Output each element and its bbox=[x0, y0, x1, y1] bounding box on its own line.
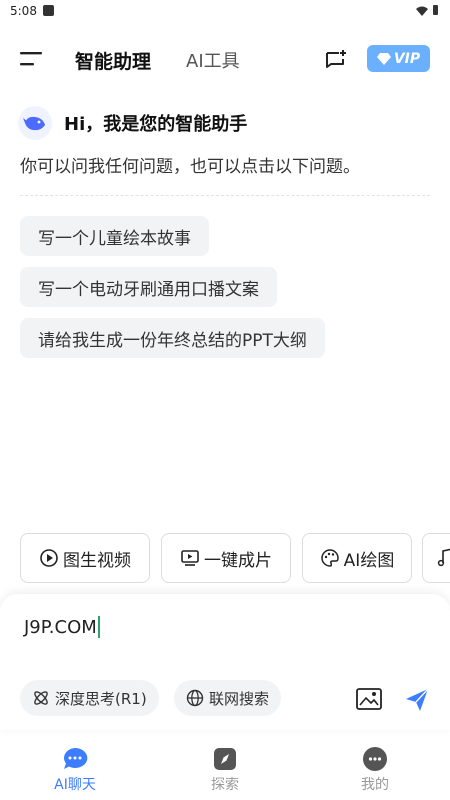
greeting-title: Hi，我是您的智能助手 bbox=[64, 114, 248, 135]
vip-label: VIP bbox=[393, 50, 421, 67]
notification-icon bbox=[43, 5, 54, 16]
web-search-toggle[interactable]: 联网搜索 bbox=[174, 680, 282, 716]
nav-explore[interactable]: 探索 bbox=[180, 746, 270, 794]
bottom-nav: AI聊天 探索 我的 bbox=[0, 738, 450, 800]
message-input[interactable]: J9P.COM bbox=[24, 616, 100, 638]
screen-play-icon bbox=[181, 550, 199, 566]
status-time: 5:08 bbox=[10, 4, 37, 18]
play-circle-icon bbox=[40, 549, 58, 567]
diamond-icon bbox=[376, 52, 391, 65]
tool-image-to-video[interactable]: 图生视频 bbox=[20, 533, 150, 583]
tool-ai-drawing[interactable]: AI绘图 bbox=[302, 533, 412, 583]
battery-icon bbox=[433, 5, 438, 15]
web-search-label: 联网搜索 bbox=[209, 689, 270, 708]
compass-icon bbox=[212, 746, 238, 772]
tool-label: AI绘图 bbox=[343, 550, 395, 571]
palette-icon bbox=[321, 549, 339, 567]
nav-ai-chat[interactable]: AI聊天 bbox=[30, 746, 120, 794]
suggestion-item[interactable]: 写一个电动牙刷通用口播文案 bbox=[20, 267, 277, 307]
top-header: 智能助理 AI工具 VIP bbox=[0, 40, 450, 80]
profile-icon bbox=[362, 746, 388, 772]
deep-think-toggle[interactable]: 深度思考(R1) bbox=[20, 680, 159, 716]
chat-bubble-icon bbox=[62, 746, 88, 772]
suggestion-item[interactable]: 请给我生成一份年终总结的PPT大纲 bbox=[20, 318, 325, 358]
nav-label: AI聊天 bbox=[54, 777, 96, 793]
greeting-subtitle: 你可以问我任何问题，也可以点击以下问题。 bbox=[20, 157, 360, 177]
text-caret bbox=[97, 616, 100, 638]
wifi-icon bbox=[416, 5, 428, 19]
tool-label: 一键成片 bbox=[204, 550, 272, 571]
suggestion-item[interactable]: 写一个儿童绘本故事 bbox=[20, 216, 209, 256]
tool-music[interactable] bbox=[422, 533, 450, 583]
new-chat-icon[interactable] bbox=[324, 48, 348, 72]
atom-icon bbox=[34, 691, 48, 705]
menu-icon[interactable] bbox=[20, 49, 42, 69]
tool-one-click-video[interactable]: 一键成片 bbox=[161, 533, 291, 583]
status-bar: 5:08 bbox=[0, 0, 450, 24]
music-note-icon bbox=[437, 548, 450, 567]
tab-ai-tools[interactable]: AI工具 bbox=[186, 47, 240, 73]
globe-icon bbox=[186, 689, 204, 707]
deep-think-label: 深度思考(R1) bbox=[55, 689, 147, 708]
vip-badge[interactable]: VIP bbox=[367, 45, 430, 72]
tool-shortcuts: 图生视频 一键成片 AI绘图 bbox=[20, 533, 450, 583]
assistant-avatar bbox=[18, 106, 52, 140]
greeting-row: Hi，我是您的智能助手 bbox=[18, 105, 247, 141]
image-upload-icon[interactable] bbox=[356, 688, 382, 710]
tool-label: 图生视频 bbox=[63, 550, 131, 571]
nav-label: 探索 bbox=[211, 777, 239, 793]
send-icon[interactable] bbox=[404, 687, 430, 713]
divider bbox=[20, 195, 430, 196]
whale-icon bbox=[23, 116, 45, 131]
nav-profile[interactable]: 我的 bbox=[330, 746, 420, 794]
message-input-value: J9P.COM bbox=[24, 616, 97, 638]
tab-smart-assistant[interactable]: 智能助理 bbox=[75, 47, 151, 74]
nav-label: 我的 bbox=[361, 777, 389, 793]
message-composer: J9P.COM 深度思考(R1) 联网搜索 bbox=[0, 594, 450, 730]
